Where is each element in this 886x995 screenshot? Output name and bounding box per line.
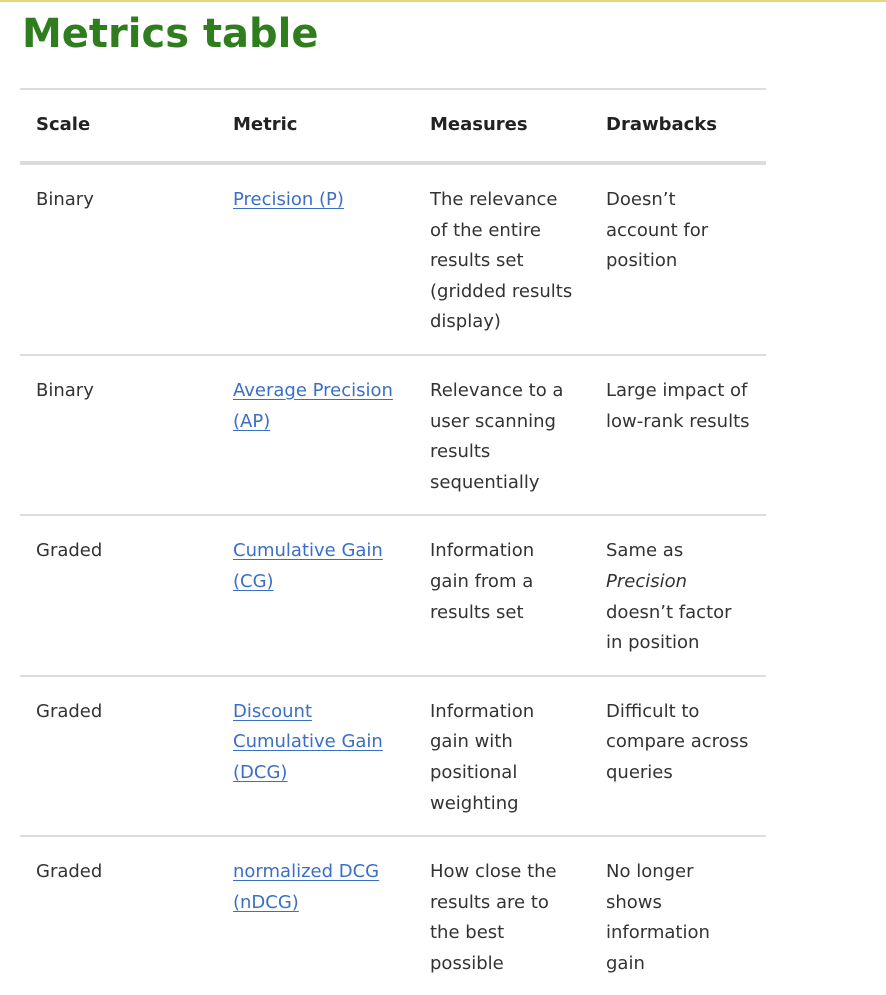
cell-drawbacks: Difficult to compare across queries	[590, 675, 766, 838]
table-row: Binary Precision (P) The relevance of th…	[20, 163, 766, 356]
cell-drawbacks: Large impact of low-rank results	[590, 354, 766, 517]
cell-measures: How close the results are to the best po…	[430, 861, 557, 974]
cell-scale: Binary	[20, 163, 217, 356]
drawbacks-emphasis: Precision	[606, 570, 688, 592]
metric-link-average-precision[interactable]: Average Precision (AP)	[233, 380, 393, 432]
cell-scale: Graded	[20, 515, 217, 677]
metric-link-dcg[interactable]: Discount Cumulative Gain (DCG)	[233, 701, 383, 783]
cell-metric: normalized DCG (nDCG)	[217, 836, 414, 995]
table-row: Binary Average Precision (AP) Relevance …	[20, 354, 766, 517]
top-rule	[0, 0, 886, 2]
cell-drawbacks: No longer shows information gain	[606, 861, 710, 974]
drawbacks-suffix: doesn’t factor in position	[606, 601, 732, 654]
cell-measures: The relevance of the entire results set …	[414, 163, 590, 356]
cell-measures: Relevance to a user scanning results seq…	[414, 354, 590, 517]
table-row: Graded Cumulative Gain (CG) Information …	[20, 515, 766, 677]
header-measures: Measures	[414, 88, 590, 165]
cell-scale: Graded	[20, 675, 217, 838]
page-title: Metrics table	[22, 11, 319, 57]
header-scale: Scale	[20, 88, 217, 165]
drawbacks-prefix: Same as	[606, 540, 684, 562]
metric-link-precision[interactable]: Precision (P)	[233, 189, 344, 210]
cell-measures: Information gain with positional weighti…	[414, 675, 590, 838]
header-metric: Metric	[217, 88, 414, 165]
cell-metric: Discount Cumulative Gain (DCG)	[217, 675, 414, 838]
cell-drawbacks: Same as Precision doesn’t factor in posi…	[590, 515, 766, 677]
table-row: Graded Discount Cumulative Gain (DCG) In…	[20, 675, 766, 838]
table-row: Graded normalized DCG (nDCG) How close t…	[20, 836, 766, 995]
header-row: Scale Metric Measures Drawbacks	[20, 88, 766, 165]
table-header: Scale Metric Measures Drawbacks	[20, 88, 766, 165]
table-body: Binary Precision (P) The relevance of th…	[20, 163, 766, 995]
header-drawbacks: Drawbacks	[590, 88, 766, 165]
metric-link-cumulative-gain[interactable]: Cumulative Gain (CG)	[233, 540, 383, 592]
cell-drawbacks: Doesn’t account for position	[590, 163, 766, 356]
cell-scale: Graded	[36, 861, 103, 883]
cell-measures: Information gain from a results set	[414, 515, 590, 677]
cell-scale: Binary	[20, 354, 217, 517]
metric-link-ndcg[interactable]: normalized DCG (nDCG)	[233, 861, 379, 913]
cell-metric: Precision (P)	[217, 163, 414, 356]
cell-metric: Average Precision (AP)	[217, 354, 414, 517]
metrics-table: Scale Metric Measures Drawbacks Binary P…	[20, 88, 766, 995]
cell-metric: Cumulative Gain (CG)	[217, 515, 414, 677]
